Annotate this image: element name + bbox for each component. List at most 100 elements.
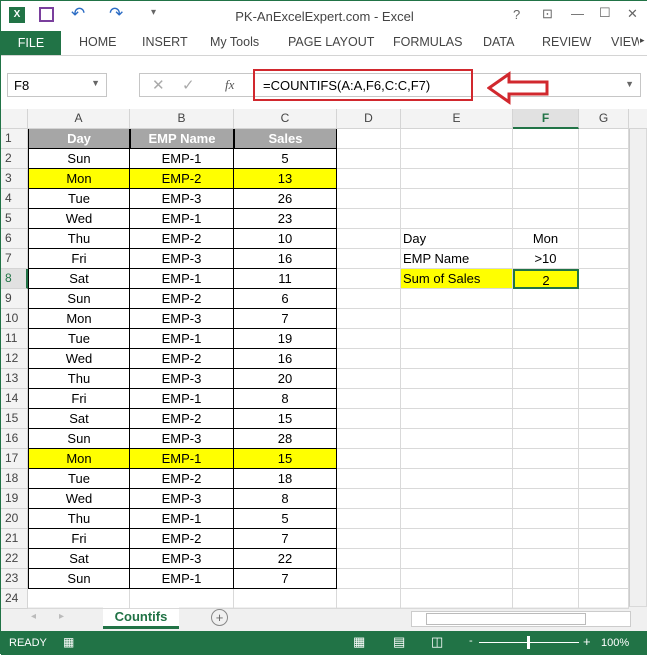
cell[interactable] <box>337 409 401 429</box>
tab-data[interactable]: DATA <box>483 35 514 49</box>
cell[interactable] <box>513 569 579 589</box>
table-cell[interactable]: 16 <box>234 349 337 369</box>
table-cell[interactable]: Thu <box>28 369 130 389</box>
horizontal-scrollbar[interactable] <box>411 611 631 627</box>
close-button[interactable]: ✕ <box>627 6 638 22</box>
table-cell[interactable]: 8 <box>234 489 337 509</box>
table-cell[interactable]: Sat <box>28 409 130 429</box>
tab-review[interactable]: REVIEW <box>542 35 591 49</box>
table-cell[interactable]: EMP-3 <box>130 249 234 269</box>
table-cell[interactable]: Wed <box>28 209 130 229</box>
cell[interactable] <box>337 249 401 269</box>
cell[interactable] <box>513 469 579 489</box>
zoom-slider-thumb[interactable] <box>527 636 530 649</box>
column-header-E[interactable]: E <box>401 109 513 129</box>
table-cell[interactable]: Sat <box>28 269 130 289</box>
cell[interactable] <box>401 289 513 309</box>
table-cell[interactable]: EMP-3 <box>130 429 234 449</box>
select-all-corner[interactable] <box>1 109 28 129</box>
table-cell[interactable]: EMP-1 <box>130 389 234 409</box>
table-cell[interactable]: 7 <box>234 529 337 549</box>
row-header[interactable]: 2 <box>1 149 28 169</box>
tab-view[interactable]: VIEW <box>611 35 639 49</box>
cell[interactable] <box>513 409 579 429</box>
table-cell[interactable]: Fri <box>28 249 130 269</box>
formula-text[interactable]: =COUNTIFS(A:A,F6,C:C,F7) <box>253 69 473 101</box>
sheet-tab-countifs[interactable]: Countifs <box>103 607 179 629</box>
table-cell[interactable]: Fri <box>28 529 130 549</box>
row-header[interactable]: 11 <box>1 329 28 349</box>
table-cell[interactable]: EMP-2 <box>130 289 234 309</box>
cell[interactable] <box>401 429 513 449</box>
table-cell[interactable]: 19 <box>234 329 337 349</box>
criteria-value[interactable]: >10 <box>513 249 579 269</box>
cell[interactable] <box>513 589 579 609</box>
table-cell[interactable]: EMP-1 <box>130 509 234 529</box>
cell[interactable] <box>579 169 629 189</box>
row-header[interactable]: 14 <box>1 389 28 409</box>
cell[interactable] <box>401 329 513 349</box>
cell[interactable] <box>337 209 401 229</box>
table-cell[interactable]: Thu <box>28 229 130 249</box>
expand-formula-icon[interactable]: ▼ <box>625 79 634 89</box>
table-cell[interactable]: EMP-2 <box>130 349 234 369</box>
cell[interactable] <box>401 149 513 169</box>
cell[interactable] <box>513 549 579 569</box>
criteria-label[interactable]: Day <box>401 229 513 249</box>
row-header[interactable]: 23 <box>1 569 28 589</box>
cell[interactable] <box>513 349 579 369</box>
tab-page-layout[interactable]: PAGE LAYOUT <box>288 35 374 49</box>
table-cell[interactable]: 7 <box>234 569 337 589</box>
cell[interactable] <box>579 429 629 449</box>
cell[interactable] <box>401 449 513 469</box>
cell[interactable] <box>401 209 513 229</box>
cell[interactable] <box>513 529 579 549</box>
cell[interactable] <box>513 369 579 389</box>
cell[interactable] <box>579 309 629 329</box>
table-cell[interactable]: Tue <box>28 329 130 349</box>
row-header[interactable]: 6 <box>1 229 28 249</box>
macro-record-icon[interactable]: ▦ <box>63 635 74 649</box>
cell[interactable] <box>579 489 629 509</box>
cell[interactable] <box>337 269 401 289</box>
table-header-cell[interactable]: Sales <box>234 129 337 149</box>
cell[interactable] <box>579 209 629 229</box>
cell[interactable] <box>513 169 579 189</box>
cell[interactable] <box>579 509 629 529</box>
row-header[interactable]: 16 <box>1 429 28 449</box>
row-header[interactable]: 19 <box>1 489 28 509</box>
table-cell[interactable]: EMP-3 <box>130 549 234 569</box>
table-cell[interactable]: 13 <box>234 169 337 189</box>
table-cell[interactable]: Sun <box>28 569 130 589</box>
row-header[interactable]: 9 <box>1 289 28 309</box>
column-header-F[interactable]: F <box>513 109 579 129</box>
cell[interactable] <box>579 549 629 569</box>
table-cell[interactable]: EMP-3 <box>130 309 234 329</box>
table-cell[interactable]: 10 <box>234 229 337 249</box>
cell[interactable] <box>28 589 130 609</box>
maximize-button[interactable]: ☐ <box>599 5 611 21</box>
cell[interactable] <box>579 369 629 389</box>
cell[interactable] <box>337 169 401 189</box>
table-cell[interactable]: Mon <box>28 169 130 189</box>
enter-icon[interactable]: ✓ <box>182 76 195 94</box>
cell[interactable] <box>401 309 513 329</box>
tab-insert[interactable]: INSERT <box>142 35 188 49</box>
table-cell[interactable]: EMP-2 <box>130 229 234 249</box>
row-header[interactable]: 10 <box>1 309 28 329</box>
cell[interactable] <box>579 149 629 169</box>
cell[interactable] <box>401 529 513 549</box>
add-sheet-button[interactable]: + <box>211 609 228 626</box>
cell[interactable] <box>579 529 629 549</box>
table-cell[interactable]: EMP-1 <box>130 149 234 169</box>
cell[interactable] <box>337 309 401 329</box>
page-break-view-icon[interactable]: ◫ <box>431 634 443 650</box>
cell[interactable] <box>579 409 629 429</box>
cell[interactable] <box>401 189 513 209</box>
cell[interactable] <box>337 129 401 149</box>
ribbon-scroll-right-icon[interactable]: ▸ <box>640 35 645 46</box>
criteria-value[interactable]: Mon <box>513 229 579 249</box>
table-cell[interactable]: 15 <box>234 449 337 469</box>
cell[interactable] <box>579 129 629 149</box>
cell[interactable] <box>579 189 629 209</box>
